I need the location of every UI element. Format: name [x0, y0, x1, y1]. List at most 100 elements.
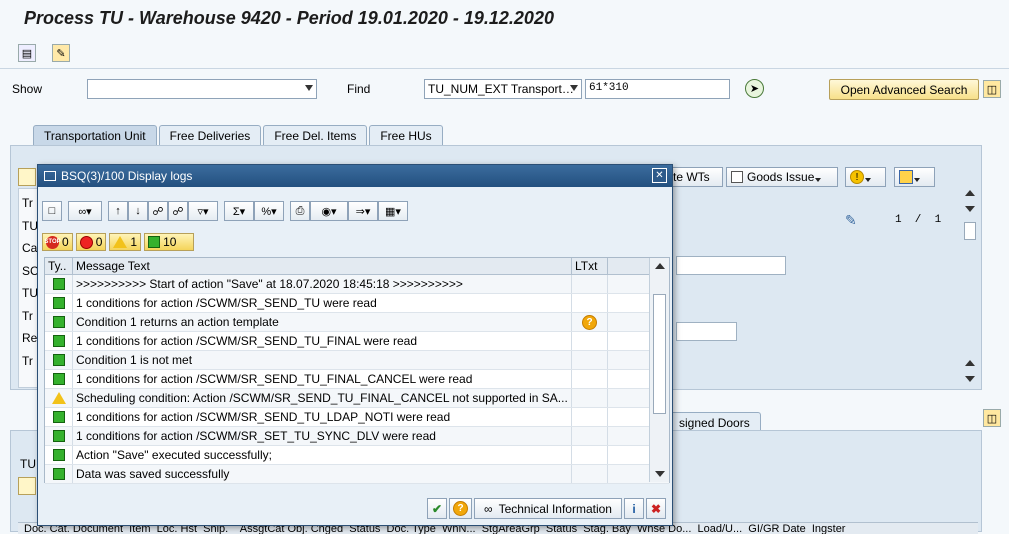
tab-transportation-unit[interactable]: Transportation Unit — [33, 125, 157, 145]
info-icon[interactable]: i — [624, 498, 644, 519]
scroll-thumb[interactable] — [964, 222, 976, 240]
scroll-down-icon[interactable] — [965, 376, 975, 382]
scroll-up-icon[interactable] — [965, 360, 975, 366]
success-icon — [52, 430, 65, 442]
dialog-titlebar: BSQ(3)/100 Display logs — [38, 165, 672, 187]
row-message-text: 1 conditions for action /SCWM/SR_SET_TU_… — [73, 427, 572, 445]
dialog-footer: ✔ ? ∞ Technical Information i ✖ — [427, 498, 666, 519]
row-ltxt-cell — [572, 465, 608, 483]
find-field-select[interactable]: TU_NUM_EXT Transport… — [424, 79, 582, 99]
print-icon[interactable]: ⎙ — [290, 201, 310, 221]
show-dropdown[interactable] — [87, 79, 317, 99]
message-type-counts: STOP 0 0 1 10 — [42, 233, 197, 251]
filter-icon[interactable]: ▿▾ — [188, 201, 218, 221]
chevron-down-icon — [570, 85, 578, 91]
panel-scrollbar[interactable] — [962, 186, 978, 386]
row-ltxt-cell — [572, 389, 608, 407]
help-icon: ? — [453, 501, 468, 516]
alert-menu-button[interactable]: ! — [845, 167, 886, 187]
find-next-icon[interactable]: ☍ — [168, 201, 188, 221]
table-row[interactable]: 1 conditions for action /SCWM/SR_SEND_TU… — [45, 370, 669, 389]
edit-icon[interactable]: ✎ — [845, 212, 857, 229]
save-icon[interactable]: □ — [42, 201, 62, 221]
execute-search-icon[interactable]: ➤ — [745, 79, 764, 98]
stop-count-button[interactable]: STOP 0 — [42, 233, 73, 251]
assign-menu-button[interactable] — [894, 167, 935, 187]
row-message-text: 1 conditions for action /SCWM/SR_SEND_TU… — [73, 332, 572, 350]
sort-ascending-icon[interactable]: ↑ — [108, 201, 128, 221]
row-message-text: Scheduling condition: Action /SCWM/SR_SE… — [73, 389, 572, 407]
warning-count-button[interactable]: 1 — [109, 233, 142, 251]
layout-icon[interactable]: ◫ — [983, 80, 1001, 98]
find-icon[interactable]: ☍ — [148, 201, 168, 221]
scroll-down-icon[interactable] — [965, 206, 975, 212]
sum-icon[interactable]: Σ▾ — [224, 201, 254, 221]
row-message-text: Condition 1 is not met — [73, 351, 572, 369]
table-row[interactable]: 1 conditions for action /SCWM/SR_SEND_TU… — [45, 294, 669, 313]
col-type[interactable]: Ty.. — [45, 258, 73, 274]
table-row[interactable]: Condition 1 is not met — [45, 351, 669, 370]
export-icon[interactable]: ⇒▾ — [348, 201, 378, 221]
long-text-help-icon[interactable]: ? — [582, 314, 597, 330]
find-field-select-value: TU_NUM_EXT Transport… — [428, 82, 574, 96]
log-scrollbar[interactable] — [649, 258, 669, 482]
subtotal-icon[interactable]: %▾ — [254, 201, 284, 221]
row-ltxt-cell — [572, 332, 608, 350]
table-row[interactable]: Data was saved successfully — [45, 465, 669, 484]
find-value-input[interactable]: 61*310 — [585, 79, 730, 99]
scroll-down-icon[interactable] — [655, 471, 665, 477]
table-row[interactable]: 1 conditions for action /SCWM/SR_SEND_TU… — [45, 408, 669, 427]
cancel-x-icon[interactable]: ✖ — [646, 498, 666, 519]
technical-information-button[interactable]: ∞ Technical Information — [474, 498, 622, 519]
tab-assigned-doors[interactable]: signed Doors — [668, 412, 761, 432]
table-row[interactable]: 1 conditions for action /SCWM/SR_SEND_TU… — [45, 332, 669, 351]
success-icon — [52, 316, 65, 328]
error-count-button[interactable]: 0 — [75, 233, 107, 251]
tab-free-hus[interactable]: Free HUs — [369, 125, 443, 145]
scroll-thumb[interactable] — [653, 294, 666, 414]
sort-descending-icon[interactable]: ↓ — [128, 201, 148, 221]
detail-field[interactable] — [676, 256, 786, 275]
layout-grid-icon[interactable]: ▦▾ — [378, 201, 408, 221]
tab-free-del-items[interactable]: Free Del. Items — [263, 125, 368, 145]
collapse-icon[interactable] — [18, 168, 36, 186]
table-row[interactable]: >>>>>>>>>> Start of action "Save" at 18.… — [45, 275, 669, 294]
scroll-up-icon[interactable] — [965, 190, 975, 196]
success-icon — [52, 278, 65, 290]
success-count-button[interactable]: 10 — [144, 233, 195, 251]
success-icon — [148, 236, 161, 248]
document-icon[interactable]: ▤ — [18, 44, 36, 62]
pager-text: 1 / 1 — [895, 214, 942, 226]
glasses-icon[interactable]: ∞▾ — [68, 201, 102, 221]
scroll-up-icon[interactable] — [655, 263, 665, 269]
stop-count: 0 — [62, 235, 69, 249]
ok-check-icon[interactable]: ✔ — [427, 498, 447, 519]
row-type-cell — [45, 275, 73, 293]
row-ltxt-cell — [572, 294, 608, 312]
alv-toolbar: □ ∞▾ ↑ ↓ ☍ ☍ ▿▾ Σ▾ %▾ ⎙ ◉▾ ⇒▾ ▦▾ — [42, 199, 412, 223]
chevron-down-icon — [305, 85, 313, 91]
table-row[interactable]: 1 conditions for action /SCWM/SR_SET_TU_… — [45, 427, 669, 446]
views-icon[interactable]: ◉▾ — [310, 201, 348, 221]
scroll-icon[interactable]: ✎ — [52, 44, 70, 62]
col-ltxt[interactable]: LTxt — [572, 258, 608, 274]
goods-issue-button[interactable]: Goods Issue — [726, 167, 838, 187]
collapse-icon[interactable] — [18, 477, 36, 495]
help-button[interactable]: ? — [449, 498, 472, 519]
row-type-cell — [45, 408, 73, 426]
create-wts-button[interactable]: te WTs — [668, 167, 723, 187]
display-logs-dialog: BSQ(3)/100 Display logs ✕ □ ∞▾ ↑ ↓ ☍ ☍ ▿… — [37, 164, 673, 526]
success-count: 10 — [163, 235, 177, 249]
table-row[interactable]: Action "Save" executed successfully; — [45, 446, 669, 465]
tab-free-deliveries[interactable]: Free Deliveries — [158, 125, 262, 145]
layout-icon[interactable]: ◫ — [983, 409, 1001, 427]
table-row[interactable]: Scheduling condition: Action /SCWM/SR_SE… — [45, 389, 669, 408]
alert-icon: ! — [850, 170, 864, 184]
table-row[interactable]: Condition 1 returns an action template? — [45, 313, 669, 332]
glasses-icon: ∞ — [484, 501, 493, 516]
success-icon — [52, 411, 65, 423]
col-message-text[interactable]: Message Text — [73, 258, 572, 274]
close-icon[interactable]: ✕ — [652, 168, 667, 183]
detail-field[interactable] — [676, 322, 737, 341]
open-advanced-search-button[interactable]: Open Advanced Search — [829, 79, 979, 100]
